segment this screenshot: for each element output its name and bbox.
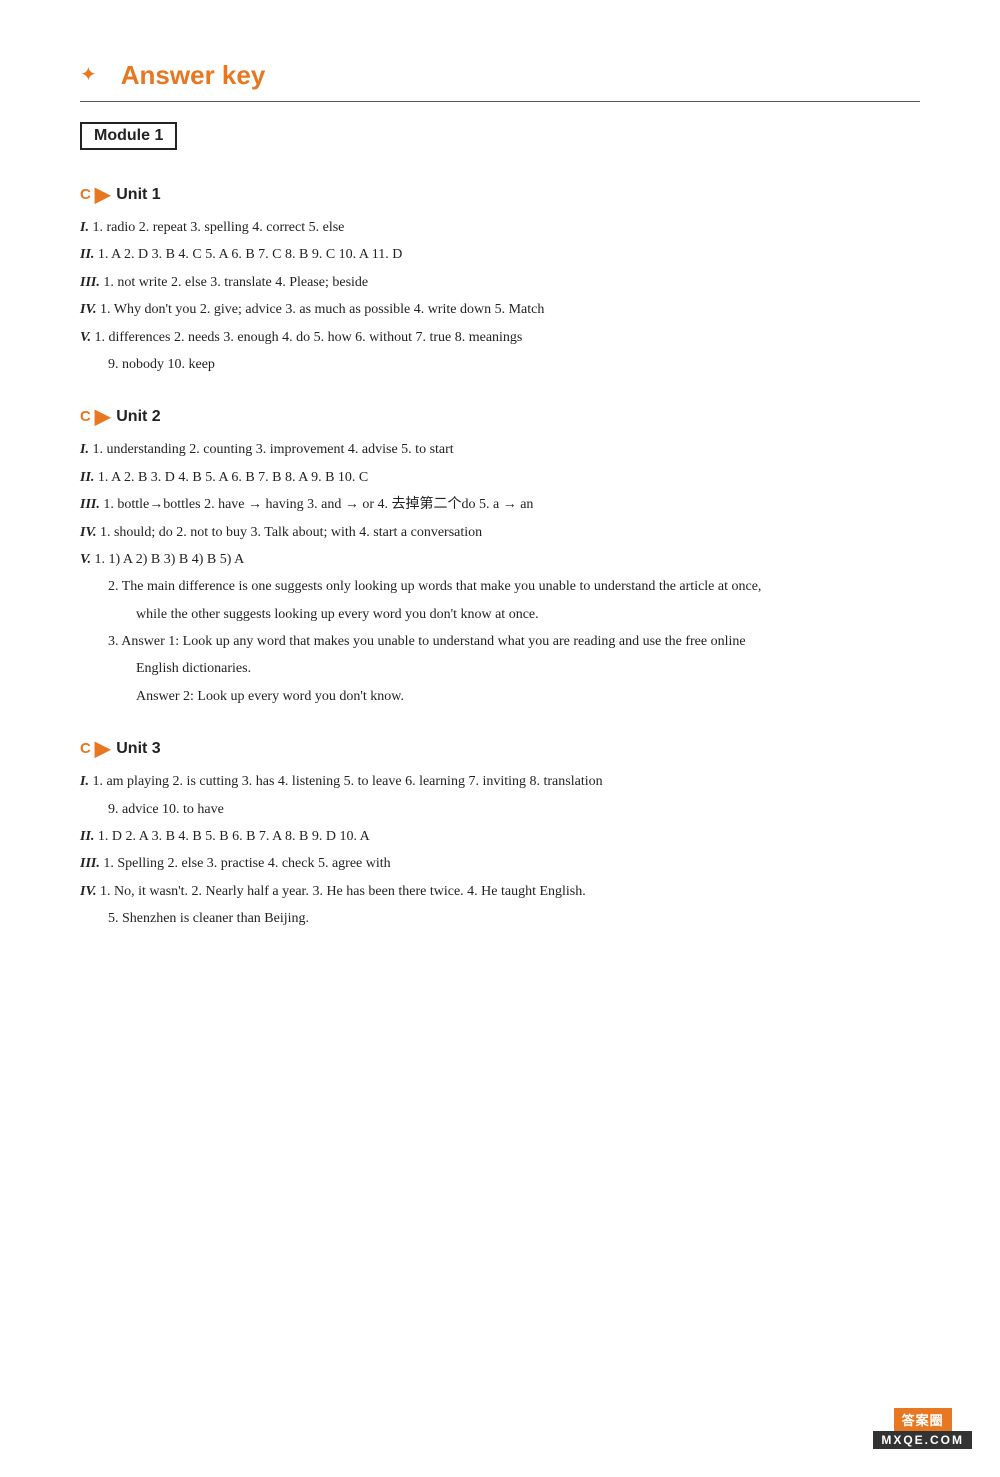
roman-numeral-1-3: III. [80, 275, 103, 290]
section-line-2-9: English dictionaries. [136, 658, 920, 680]
section-line-1-5: V. 1. differences 2. needs 3. enough 4. … [80, 327, 920, 349]
section-line-1-6: 9. nobody 10. keep [108, 354, 920, 376]
title-divider [80, 101, 920, 102]
section-line-2-7: while the other suggests looking up ever… [136, 604, 920, 626]
roman-numeral-2-5: V. [80, 552, 95, 567]
section-line-2-8: 3. Answer 1: Look up any word that makes… [108, 631, 920, 653]
unit-c-label: C [80, 186, 91, 203]
unit-section-2: C▶ Unit 2 I. 1. understanding 2. counting … [80, 404, 920, 708]
roman-numeral-3-3: II. [80, 829, 98, 844]
section-line-3-5: IV. 1. No, it wasn't. 2. Nearly half a y… [80, 881, 920, 903]
unit-header-3: C▶ Unit 3 [80, 736, 920, 761]
section-line-2-2: II. 1. A 2. B 3. D 4. B 5. A 6. B 7. B 8… [80, 467, 920, 489]
section-line-2-3: III. 1. bottle→bottles 2. have → having … [80, 494, 920, 516]
section-line-1-3: III. 1. not write 2. else 3. translate 4… [80, 272, 920, 294]
roman-numeral-1-5: V. [80, 330, 95, 345]
unit-title-3: Unit 3 [116, 740, 160, 758]
roman-numeral-2-3: III. [80, 497, 103, 512]
section-line-3-6: 5. Shenzhen is cleaner than Beijing. [108, 908, 920, 930]
decorative-icon: ✦ [80, 62, 97, 87]
section-line-1-1: I. 1. radio 2. repeat 3. spelling 4. cor… [80, 217, 920, 239]
roman-numeral-3-5: IV. [80, 884, 100, 899]
watermark-top: 答案圈 [894, 1408, 952, 1431]
section-line-2-1: I. 1. understanding 2. counting 3. impro… [80, 439, 920, 461]
watermark: 答案圈 MXQE.COM [873, 1408, 972, 1449]
unit-arrow-icon: ▶ [95, 404, 110, 429]
section-line-2-5: V. 1. 1) A 2) B 3) B 4) B 5) A [80, 549, 920, 571]
unit-header-1: C▶ Unit 1 [80, 182, 920, 207]
roman-numeral-1-1: I. [80, 220, 92, 235]
unit-c-label: C [80, 740, 91, 757]
section-line-3-4: III. 1. Spelling 2. else 3. practise 4. … [80, 853, 920, 875]
unit-header-2: C▶ Unit 2 [80, 404, 920, 429]
units-container: C▶Unit 1I. 1. radio 2. repeat 3. spellin… [80, 182, 920, 931]
unit-section-3: C▶ Unit 3 I. 1. am playing 2. is cutting 3… [80, 736, 920, 930]
unit-section-1: C▶ Unit 1 I. 1. radio 2. repeat 3. spellin… [80, 182, 920, 376]
section-line-3-1: I. 1. am playing 2. is cutting 3. has 4.… [80, 771, 920, 793]
module-label: Module 1 [80, 122, 177, 150]
page-title: Answer key [121, 60, 266, 91]
section-line-3-2: 9. advice 10. to have [108, 799, 920, 821]
watermark-bottom: MXQE.COM [873, 1431, 972, 1449]
roman-numeral-1-2: II. [80, 247, 98, 262]
section-line-2-6: 2. The main difference is one suggests o… [108, 576, 920, 598]
section-line-3-3: II. 1. D 2. A 3. B 4. B 5. B 6. B 7. A 8… [80, 826, 920, 848]
unit-title-1: Unit 1 [116, 186, 160, 204]
section-line-1-2: II. 1. A 2. D 3. B 4. C 5. A 6. B 7. C 8… [80, 244, 920, 266]
roman-numeral-2-4: IV. [80, 525, 100, 540]
unit-arrow-icon: ▶ [95, 182, 110, 207]
unit-c-label: C [80, 408, 91, 425]
roman-numeral-3-4: III. [80, 856, 103, 871]
section-line-2-4: IV. 1. should; do 2. not to buy 3. Talk … [80, 522, 920, 544]
roman-numeral-3-1: I. [80, 774, 92, 789]
title-area: ✦ Answer key [80, 60, 920, 97]
section-line-2-10: Answer 2: Look up every word you don't k… [136, 686, 920, 708]
roman-numeral-2-2: II. [80, 470, 98, 485]
section-line-1-4: IV. 1. Why don't you 2. give; advice 3. … [80, 299, 920, 321]
unit-arrow-icon: ▶ [95, 736, 110, 761]
roman-numeral-1-4: IV. [80, 302, 100, 317]
roman-numeral-2-1: I. [80, 442, 92, 457]
unit-title-2: Unit 2 [116, 408, 160, 426]
